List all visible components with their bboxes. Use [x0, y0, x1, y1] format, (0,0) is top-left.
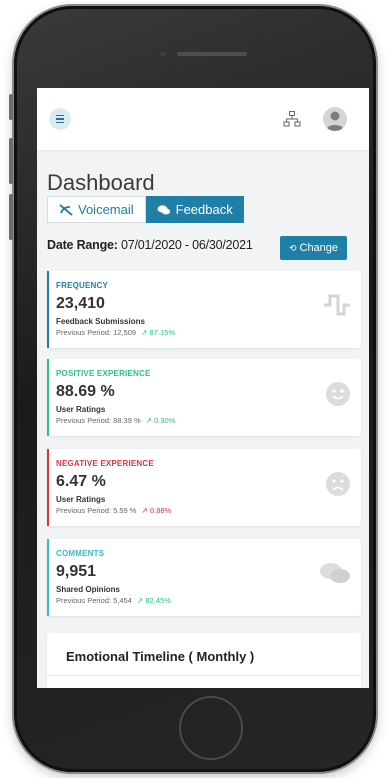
card-value: 23,410: [56, 295, 105, 312]
tab-feedback-label: Feedback: [175, 202, 233, 217]
date-range-value: 07/01/2020 - 06/30/2021: [121, 238, 253, 252]
change-date-button[interactable]: ⟲ Change: [280, 236, 347, 260]
comments-icon: [157, 204, 170, 214]
card-value: 88.69 %: [56, 383, 115, 400]
card-accent-bar: [47, 271, 49, 348]
home-button[interactable]: [179, 696, 243, 760]
card-accent-bar: [47, 449, 49, 526]
trend-icon: ↗: [141, 328, 148, 337]
positive-experience-card: POSITIVE EXPERIENCE 88.69 % User Ratings…: [47, 359, 361, 436]
card-label: COMMENTS: [56, 549, 105, 558]
front-camera: [160, 51, 166, 57]
change-value: 0.30%: [154, 416, 176, 425]
change-percent: ↗ 0.30%: [146, 416, 176, 425]
app-screen: Dashboard Voicemail Feedback Date Range:…: [37, 88, 369, 688]
negative-experience-card: NEGATIVE EXPERIENCE 6.47 % User Ratings …: [47, 449, 361, 526]
side-button-volume-up: [9, 138, 13, 184]
card-value: 6.47 %: [56, 473, 106, 490]
date-range: Date Range: 07/01/2020 - 06/30/2021: [47, 238, 253, 252]
card-previous-period: Previous Period: 88.39 % ↗ 0.30%: [56, 416, 175, 425]
sitemap-icon[interactable]: [283, 110, 301, 128]
trend-icon: ↗: [141, 506, 148, 515]
side-button-mute: [9, 94, 13, 120]
card-previous-period: Previous Period: 5,454 ↗ 82.45%: [56, 596, 171, 605]
previous-period-text: Previous Period: 5.59 %: [56, 506, 137, 515]
timeline-title: Emotional Timeline ( Monthly ): [66, 649, 255, 664]
previous-period-text: Previous Period: 12,509: [56, 328, 137, 337]
change-percent: ↗ 0.88%: [142, 506, 172, 515]
smile-icon: [326, 382, 350, 406]
comments-card: COMMENTS 9,951 Shared Opinions Previous …: [47, 539, 361, 616]
top-navbar: [37, 88, 369, 150]
phone-slash-icon: [59, 203, 73, 216]
comments-icon: [320, 563, 350, 583]
history-icon: ⟲: [288, 242, 297, 253]
card-subtitle: User Ratings: [56, 405, 106, 414]
change-value: 87.15%: [149, 328, 175, 337]
card-subtitle: User Ratings: [56, 495, 106, 504]
card-previous-period: Previous Period: 5.59 % ↗ 0.88%: [56, 506, 171, 515]
previous-period-text: Previous Period: 88.39 %: [56, 416, 141, 425]
emotional-timeline-card: Emotional Timeline ( Monthly ): [47, 633, 361, 688]
change-button-label: Change: [299, 242, 339, 254]
wave-pulse-icon: [324, 294, 350, 316]
tab-feedback[interactable]: Feedback: [145, 196, 244, 223]
card-accent-bar: [47, 539, 49, 616]
previous-period-text: Previous Period: 5,454: [56, 596, 132, 605]
card-subtitle: Shared Opinions: [56, 585, 121, 594]
change-percent: ↗ 82.45%: [137, 596, 171, 605]
card-subtitle: Feedback Submissions: [56, 317, 145, 326]
card-previous-period: Previous Period: 12,509 ↗ 87.15%: [56, 328, 175, 337]
timeline-divider: [47, 675, 361, 676]
frown-icon: [326, 472, 350, 496]
card-label: POSITIVE EXPERIENCE: [56, 369, 151, 378]
tab-voicemail-label: Voicemail: [78, 202, 134, 217]
channel-tabs: Voicemail Feedback: [47, 196, 244, 223]
change-percent: ↗ 87.15%: [141, 328, 175, 337]
card-label: NEGATIVE EXPERIENCE: [56, 459, 154, 468]
hamburger-icon[interactable]: [49, 108, 71, 130]
frequency-card: FREQUENCY 23,410 Feedback Submissions Pr…: [47, 271, 361, 348]
card-accent-bar: [47, 359, 49, 436]
tab-voicemail[interactable]: Voicemail: [47, 196, 146, 223]
earpiece-speaker: [177, 52, 247, 56]
side-button-volume-down: [9, 194, 13, 240]
page-title: Dashboard: [47, 170, 155, 195]
trend-icon: ↗: [136, 596, 144, 605]
card-value: 9,951: [56, 563, 97, 580]
date-range-label: Date Range:: [47, 238, 118, 252]
trend-icon: ↗: [145, 416, 153, 425]
card-label: FREQUENCY: [56, 281, 109, 290]
change-value: 82.45%: [145, 596, 171, 605]
change-value: 0.88%: [149, 506, 172, 515]
user-avatar-icon[interactable]: [323, 107, 347, 131]
